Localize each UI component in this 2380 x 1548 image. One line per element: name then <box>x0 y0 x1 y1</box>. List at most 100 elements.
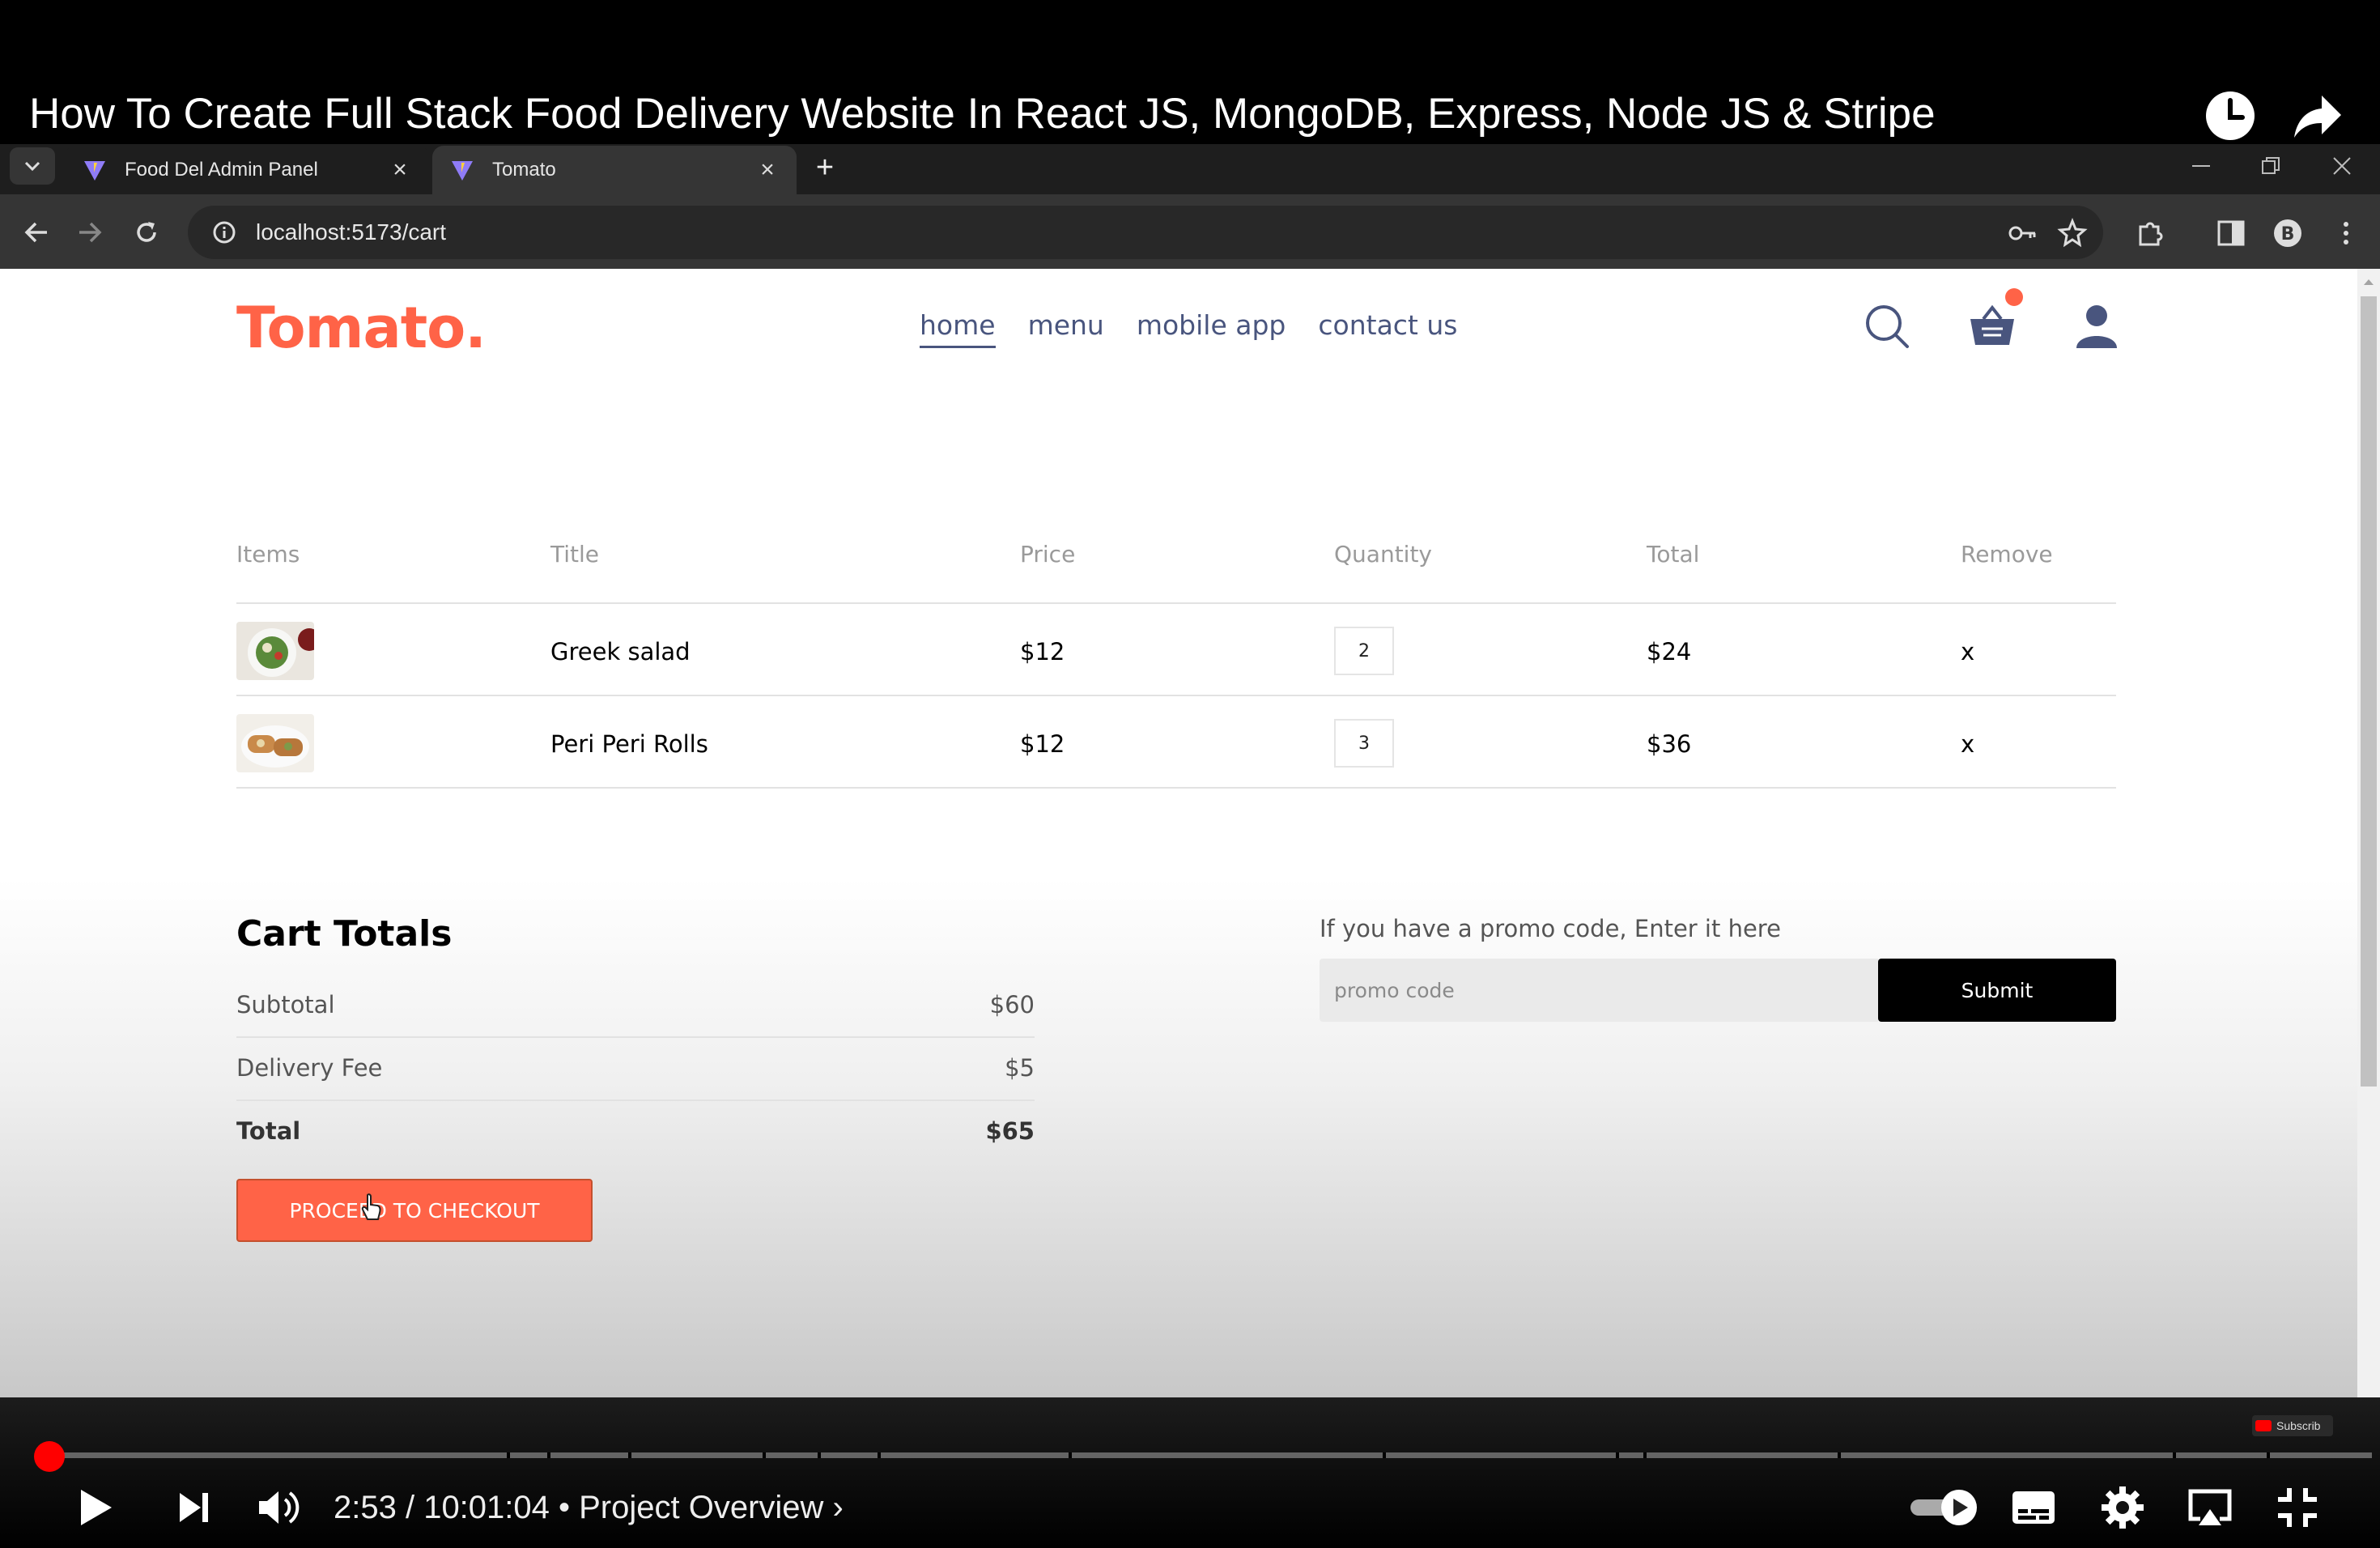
header-total: Total <box>1647 541 1700 568</box>
chapter-marker <box>2267 1452 2270 1458</box>
password-key-icon[interactable] <box>2006 217 2038 249</box>
divider <box>236 695 2116 696</box>
restore-icon[interactable] <box>2250 147 2291 185</box>
back-arrow-icon[interactable] <box>16 212 57 253</box>
next-video-icon[interactable] <box>168 1482 220 1533</box>
play-icon[interactable] <box>68 1482 120 1533</box>
chapter-marker <box>878 1452 881 1458</box>
subtitles-icon[interactable] <box>2008 1482 2059 1533</box>
profile-avatar-icon[interactable]: B <box>2270 215 2306 251</box>
tab-search-chevron-icon[interactable] <box>10 147 55 185</box>
quantity-box: 3 <box>1334 719 1394 768</box>
page-scrollbar[interactable] <box>2357 269 2380 1397</box>
chapter-marker <box>507 1452 510 1458</box>
total-label: Total <box>236 1117 301 1145</box>
header-title: Title <box>550 541 600 568</box>
greek-salad-image <box>236 622 314 680</box>
video-scrubber-handle[interactable] <box>34 1441 65 1472</box>
more-menu-icon[interactable] <box>2328 215 2364 251</box>
vite-favicon-icon <box>452 161 473 181</box>
search-icon[interactable] <box>1862 301 1912 351</box>
cart-indicator-dot <box>2005 288 2023 306</box>
subscribe-watermark[interactable]: Subscrib <box>2252 1415 2333 1436</box>
proceed-to-checkout-button[interactable]: PROCEED TO CHECKOUT <box>236 1179 593 1242</box>
side-panel-icon[interactable] <box>2213 215 2249 251</box>
promo-submit-button[interactable]: Submit <box>1878 959 2116 1022</box>
chapter-marker <box>1643 1452 1647 1458</box>
volume-icon[interactable] <box>253 1482 304 1533</box>
chapter-marker <box>1838 1452 1841 1458</box>
tab-close-icon[interactable]: × <box>756 156 779 183</box>
vite-favicon-icon <box>84 161 105 181</box>
cart-totals-heading: Cart Totals <box>236 913 453 955</box>
nav-contact-us[interactable]: contact us <box>1318 309 1457 348</box>
item-title: Peri Peri Rolls <box>550 730 708 758</box>
header-items: Items <box>236 541 300 568</box>
chapter-marker <box>628 1452 631 1458</box>
cast-airplay-icon[interactable] <box>2184 1482 2236 1533</box>
share-icon[interactable] <box>2289 87 2346 144</box>
basket-icon[interactable] <box>1967 301 2017 351</box>
nav-menu[interactable]: menu <box>1028 309 1104 348</box>
reload-icon[interactable] <box>126 212 167 253</box>
item-title: Greek salad <box>550 638 691 666</box>
video-progress-track[interactable] <box>49 1452 2372 1458</box>
tab-tomato[interactable]: Tomato × <box>432 146 797 194</box>
tab-admin-panel[interactable]: Food Del Admin Panel × <box>65 146 429 194</box>
chapter-marker <box>1383 1452 1386 1458</box>
minimize-icon[interactable] <box>2181 147 2221 185</box>
tab-label: Food Del Admin Panel <box>125 159 318 181</box>
header-remove: Remove <box>1961 541 2053 568</box>
promo-code-input[interactable] <box>1320 959 1878 1022</box>
promo-code-label: If you have a promo code, Enter it here <box>1320 915 1781 942</box>
video-time-chapter[interactable]: 2:53 / 10:01:04 • Project Overview › <box>334 1486 844 1529</box>
chapter-marker <box>547 1452 550 1458</box>
youtube-logo-icon <box>2255 1420 2272 1431</box>
delivery-fee-value: $5 <box>1005 1054 1035 1082</box>
scroll-up-arrow-icon[interactable] <box>2362 277 2375 287</box>
extensions-puzzle-icon[interactable] <box>2132 215 2168 251</box>
remove-item-button[interactable]: x <box>1961 638 1974 666</box>
tab-label: Tomato <box>492 159 556 181</box>
divider <box>236 787 2116 789</box>
header-price: Price <box>1020 541 1076 568</box>
chapter-marker <box>763 1452 766 1458</box>
item-price: $12 <box>1020 730 1065 758</box>
exit-fullscreen-icon[interactable] <box>2272 1482 2323 1533</box>
scrollbar-thumb[interactable] <box>2361 296 2377 1087</box>
cart-table-header: Items Title Price Quantity Total Remove <box>236 541 2116 570</box>
site-logo[interactable]: Tomato. <box>236 295 487 361</box>
video-title: How To Create Full Stack Food Delivery W… <box>29 90 1936 138</box>
svg-text:B: B <box>2281 224 2295 245</box>
divider <box>236 602 2116 604</box>
item-total: $36 <box>1647 730 1692 758</box>
chapter-marker <box>1616 1452 1619 1458</box>
bookmark-star-icon[interactable] <box>2056 217 2089 249</box>
settings-gear-icon[interactable] <box>2097 1482 2148 1533</box>
profile-icon[interactable] <box>2072 301 2122 351</box>
new-tab-plus-icon[interactable]: + <box>806 149 844 186</box>
autoplay-toggle-icon[interactable] <box>1907 1482 1985 1533</box>
peri-peri-rolls-image <box>236 714 314 772</box>
tab-close-icon[interactable]: × <box>389 156 411 183</box>
watch-later-icon[interactable] <box>2202 87 2259 144</box>
hand-cursor-icon <box>361 1193 381 1220</box>
web-page: Tomato. home menu mobile app contact us … <box>0 269 2357 1397</box>
nav-mobile-app[interactable]: mobile app <box>1137 309 1286 348</box>
address-bar[interactable]: localhost:5173/cart <box>188 206 2103 259</box>
item-price: $12 <box>1020 638 1065 666</box>
site-info-icon[interactable] <box>212 220 236 245</box>
item-total: $24 <box>1647 638 1692 666</box>
close-window-icon[interactable] <box>2322 147 2362 185</box>
remove-item-button[interactable]: x <box>1961 730 1974 758</box>
header-quantity: Quantity <box>1334 541 1432 568</box>
subtotal-value: $60 <box>989 991 1035 1019</box>
nav-home[interactable]: home <box>920 309 996 348</box>
delivery-fee-row: Delivery Fee $5 <box>236 1054 1035 1090</box>
quantity-box: 2 <box>1334 627 1394 675</box>
total-row: Total $65 <box>236 1117 1035 1153</box>
chapter-marker <box>2173 1452 2176 1458</box>
forward-arrow-icon[interactable] <box>70 212 110 253</box>
cart-row: Greek salad $12 2 $24 x <box>236 607 2116 698</box>
divider <box>236 1036 1035 1038</box>
